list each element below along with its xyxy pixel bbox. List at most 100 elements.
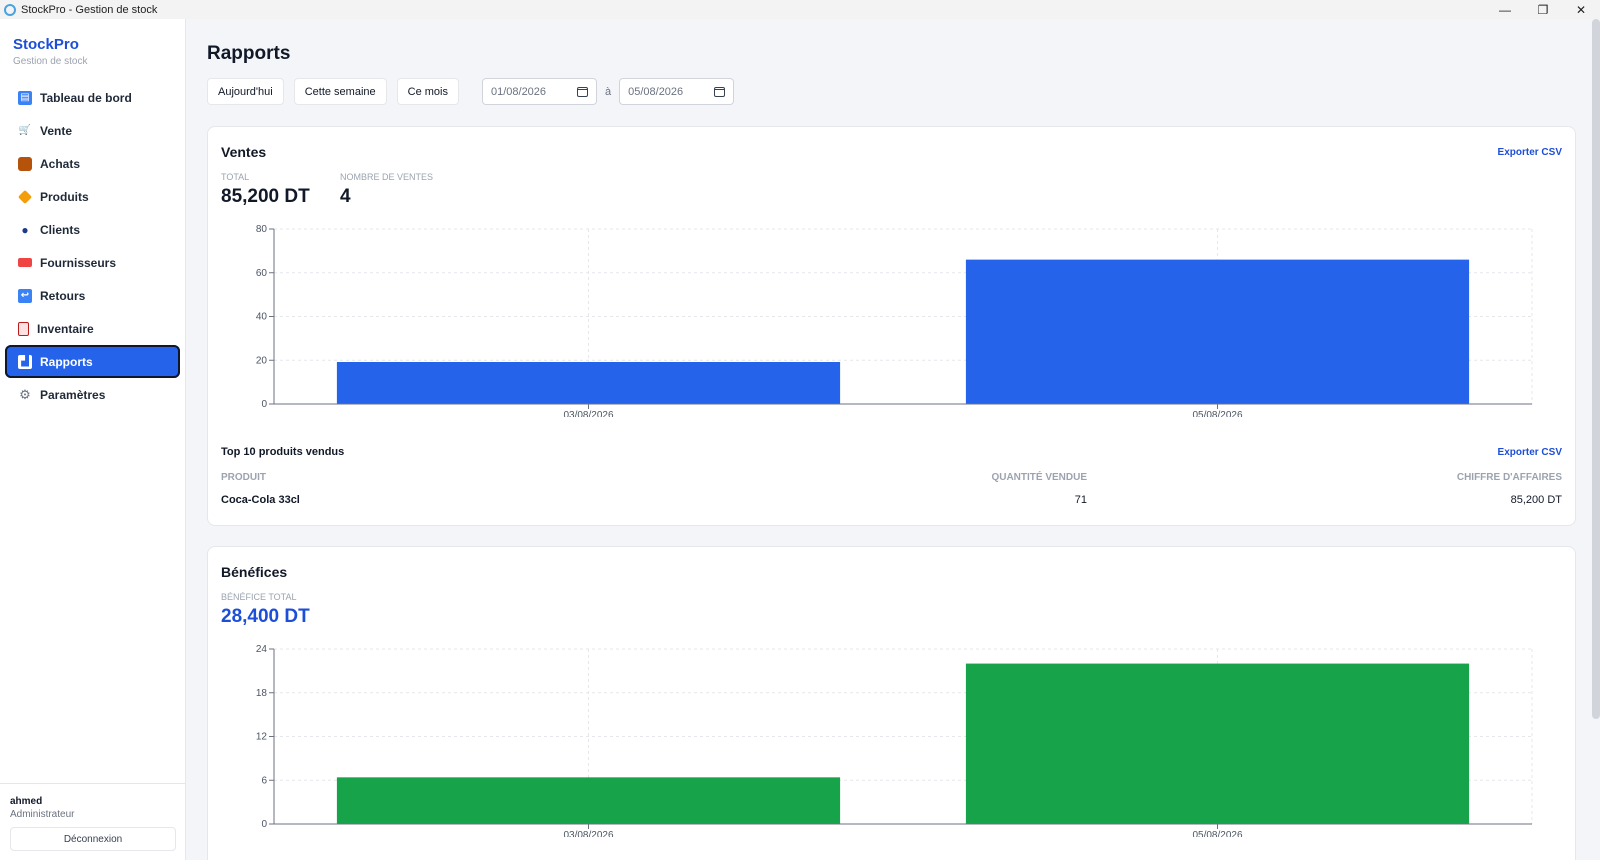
sidebar-item-vente[interactable]: 🛒 Vente	[5, 114, 180, 147]
vertical-scrollbar[interactable]	[1592, 19, 1600, 719]
sidebar-item-label: Vente	[40, 123, 73, 138]
profit-total-kpi: BÉNÉFICE TOTAL 28,400 DT	[221, 592, 310, 628]
sidebar-item-retours[interactable]: ↩ Retours	[5, 279, 180, 312]
date-to-value: 05/08/2026	[628, 85, 684, 98]
date-from-input[interactable]: 01/08/2026	[481, 78, 597, 105]
window-controls: — ❐ ✕	[1486, 0, 1600, 19]
sidebar-item-produits[interactable]: Produits	[5, 180, 180, 213]
col-header-product: PRODUIT	[221, 472, 266, 483]
main-content: Rapports Aujourd'hui Cette semaine Ce mo…	[186, 19, 1586, 860]
y-tick-label: 0	[261, 819, 267, 830]
user-name: ahmed	[10, 796, 43, 807]
date-from-value: 01/08/2026	[490, 85, 547, 98]
profit-title: Bénéfices	[221, 564, 288, 580]
app-icon	[4, 3, 16, 16]
table-cell-product: Coca-Cola 33cl	[221, 494, 300, 506]
x-tick-label: 03/08/2026	[563, 830, 613, 837]
clipboard-icon	[18, 321, 29, 336]
sidebar-nav: ▤ Tableau de bord 🛒 Vente Achats Produit…	[0, 81, 185, 411]
col-header-qty: QUANTITÉ VENDUE	[991, 472, 1087, 483]
sidebar-item-fournisseurs[interactable]: Fournisseurs	[5, 246, 180, 279]
sidebar-item-parametres[interactable]: ⚙ Paramètres	[5, 378, 180, 411]
sidebar-item-label: Inventaire	[37, 321, 94, 336]
sidebar-item-label: Tableau de bord	[40, 90, 132, 105]
profit-card: Bénéfices BÉNÉFICE TOTAL 28,400 DT 0 6 12 1…	[207, 546, 1576, 860]
filter-today-button[interactable]: Aujourd'hui	[207, 78, 284, 105]
minimize-icon[interactable]: —	[1486, 0, 1524, 19]
y-tick-label: 80	[256, 224, 268, 235]
window-titlebar: StockPro - Gestion de stock — ❐ ✕	[0, 0, 1600, 19]
sidebar-footer: ahmed Administrateur Déconnexion	[0, 783, 186, 860]
sidebar-item-label: Produits	[40, 189, 89, 204]
restore-icon[interactable]: ❐	[1524, 0, 1562, 19]
cart-icon: 🛒	[18, 125, 32, 136]
sidebar-item-label: Retours	[40, 288, 86, 303]
sales-total-value: 85,200 DT	[221, 186, 310, 207]
sidebar: StockPro Gestion de stock ▤ Tableau de b…	[0, 19, 186, 860]
sidebar-item-label: Fournisseurs	[40, 255, 117, 270]
sales-count-label: NOMBRE DE VENTES	[340, 172, 434, 182]
chart-icon: ▟	[18, 354, 32, 369]
y-tick-label: 24	[256, 644, 268, 655]
sidebar-item-label: Achats	[40, 156, 81, 171]
profit-total-value: 28,400 DT	[221, 606, 310, 627]
brand-name: StockPro	[13, 36, 79, 53]
profit-bar-chart: 0 6 12 18 24 03/08/2026 05/08/2026	[256, 644, 1533, 837]
table-cell-revenue: 85,200 DT	[1510, 494, 1562, 506]
sales-title: Ventes	[221, 144, 267, 160]
calendar-icon[interactable]	[714, 86, 726, 97]
brand: StockPro Gestion de stock	[0, 19, 185, 67]
tag-icon	[17, 189, 33, 204]
y-tick-label: 0	[261, 399, 267, 410]
gear-icon: ⚙	[19, 386, 31, 402]
brand-subtitle: Gestion de stock	[13, 56, 88, 67]
calendar-icon[interactable]	[576, 86, 588, 97]
y-tick-label: 6	[261, 775, 267, 786]
profit-total-label: BÉNÉFICE TOTAL	[221, 592, 297, 602]
sales-count-value: 4	[340, 186, 351, 207]
truck-icon	[18, 258, 32, 267]
close-icon[interactable]: ✕	[1562, 0, 1600, 19]
sales-card: Ventes Exporter CSV TOTAL 85,200 DT NOMB…	[207, 126, 1576, 526]
user-icon: ●	[21, 222, 29, 237]
x-tick-label: 03/08/2026	[563, 410, 613, 417]
col-header-revenue: CHIFFRE D'AFFAIRES	[1456, 472, 1562, 483]
y-tick-label: 18	[256, 688, 268, 699]
sidebar-item-rapports[interactable]: ▟ Rapports	[5, 345, 180, 378]
chart-bar	[336, 362, 841, 404]
chart-bar	[965, 663, 1470, 824]
filter-month-button[interactable]: Ce mois	[396, 78, 459, 105]
export-sales-csv-link[interactable]: Exporter CSV	[1498, 147, 1562, 158]
sales-count-kpi: NOMBRE DE VENTES 4	[340, 172, 433, 208]
box-icon	[18, 156, 32, 171]
x-tick-label: 05/08/2026	[1192, 830, 1242, 837]
table-cell-qty: 71	[1074, 494, 1087, 506]
sidebar-item-clients[interactable]: ● Clients	[5, 213, 180, 246]
export-top-products-csv-link[interactable]: Exporter CSV	[1498, 447, 1562, 458]
dashboard-icon: ▤	[18, 90, 32, 105]
sidebar-item-label: Rapports	[40, 354, 93, 369]
y-tick-label: 40	[256, 312, 268, 323]
chart-bar	[965, 259, 1470, 404]
y-tick-label: 20	[256, 355, 268, 366]
sidebar-item-label: Paramètres	[40, 387, 106, 402]
sidebar-item-label: Clients	[40, 222, 81, 237]
sales-total-kpi: TOTAL 85,200 DT	[221, 172, 310, 208]
date-filters: Aujourd'hui Cette semaine Ce mois 01/08/…	[207, 78, 735, 105]
page-title: Rapports	[207, 43, 291, 64]
user-role: Administrateur	[10, 809, 75, 820]
y-tick-label: 12	[256, 732, 268, 743]
date-separator: à	[604, 85, 612, 98]
filter-week-button[interactable]: Cette semaine	[293, 78, 387, 105]
x-tick-label: 05/08/2026	[1192, 410, 1242, 417]
logout-button[interactable]: Déconnexion	[10, 827, 176, 851]
sidebar-item-inventaire[interactable]: Inventaire	[5, 312, 180, 345]
sales-bar-chart: 0 20 40 60 80 03/08/2026 05/08/2026	[256, 224, 1533, 417]
return-icon: ↩	[18, 288, 32, 303]
y-tick-label: 60	[256, 268, 268, 279]
sales-total-label: TOTAL	[221, 172, 250, 182]
top-products-title: Top 10 produits vendus	[221, 446, 345, 458]
sidebar-item-achats[interactable]: Achats	[5, 147, 180, 180]
sidebar-item-tableau-de-bord[interactable]: ▤ Tableau de bord	[5, 81, 180, 114]
date-to-input[interactable]: 05/08/2026	[619, 78, 735, 105]
